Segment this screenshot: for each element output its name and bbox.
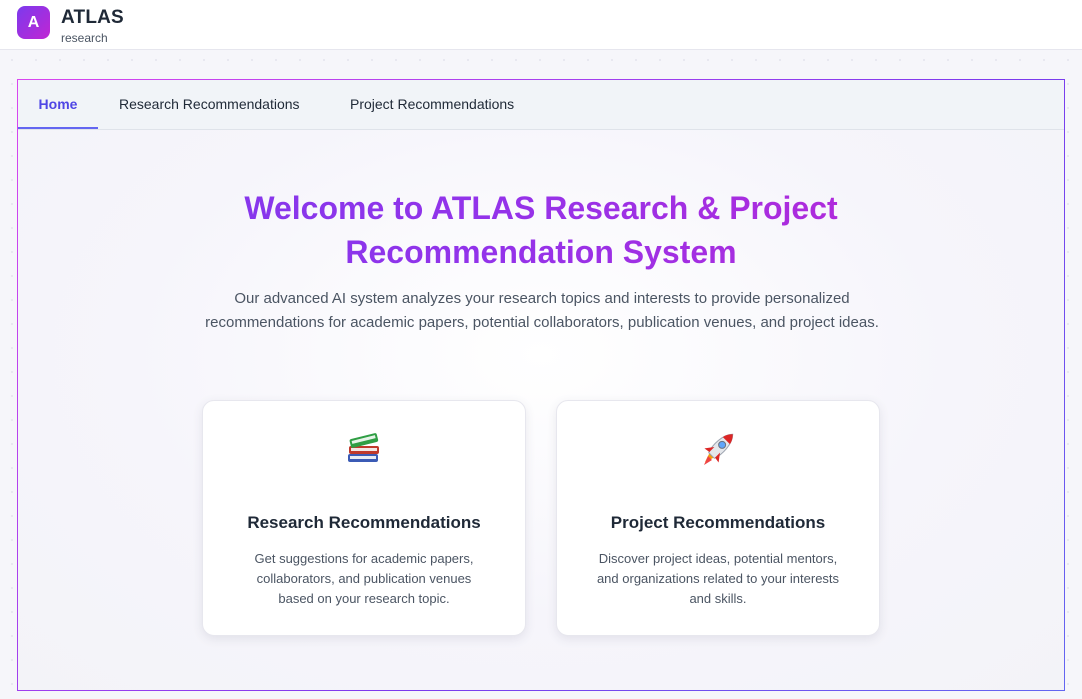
- main-panel: Home Research Recommendations Project Re…: [17, 79, 1065, 691]
- app-header: A ATLAS research: [0, 0, 1082, 50]
- tab-bar: Home Research Recommendations Project Re…: [18, 80, 1064, 130]
- tab-project-recommendations[interactable]: Project Recommendations: [350, 80, 514, 129]
- research-recommendations-card[interactable]: Research Recommendations Get suggestions…: [202, 400, 526, 636]
- brand-subtitle: research: [61, 31, 108, 45]
- card-title: Project Recommendations: [610, 513, 826, 532]
- card-description: Get suggestions for academic papers, col…: [254, 551, 474, 606]
- books-icon: [203, 427, 525, 471]
- card-title: Research Recommendations: [247, 513, 481, 532]
- page-title: Welcome to ATLAS Research & Project Reco…: [18, 186, 1064, 274]
- atlas-logo-icon[interactable]: A: [17, 6, 50, 39]
- project-recommendations-card[interactable]: Project Recommendations Discover project…: [556, 400, 880, 636]
- panel-content: Home Research Recommendations Project Re…: [18, 80, 1064, 690]
- tab-research-recommendations[interactable]: Research Recommendations: [119, 80, 300, 129]
- card-description: Discover project ideas, potential mentor…: [596, 551, 840, 606]
- rocket-icon: [557, 427, 879, 471]
- hero-description: Our advanced AI system analyzes your res…: [205, 290, 879, 331]
- tab-home[interactable]: Home: [18, 80, 98, 129]
- brand-title[interactable]: ATLAS: [61, 7, 124, 29]
